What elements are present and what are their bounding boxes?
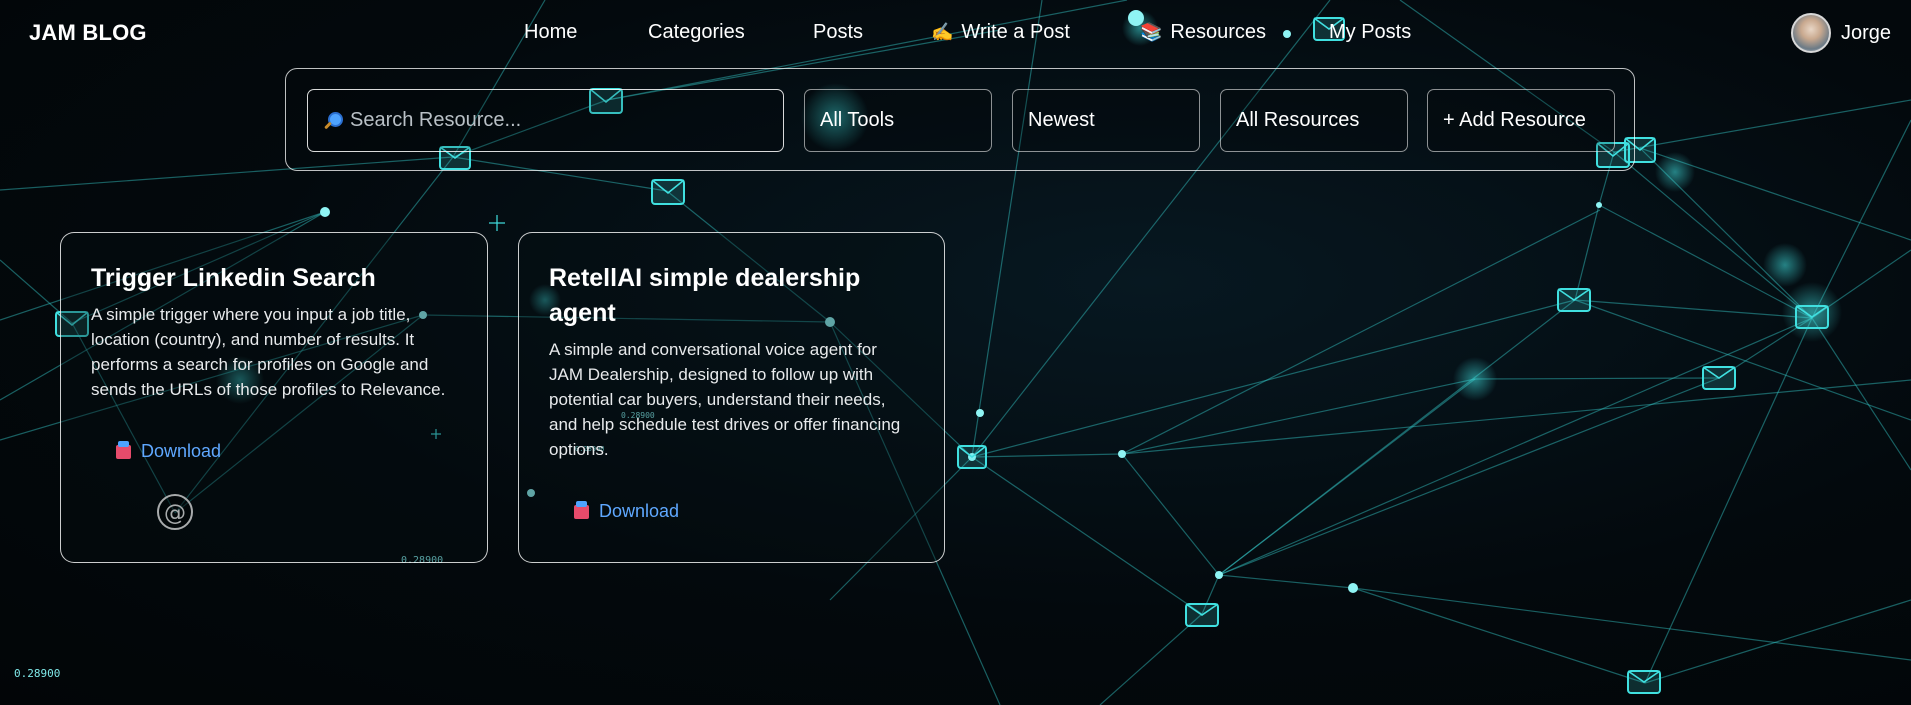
resource-filter-bar: All Tools Newest All Resources + Add Res…: [285, 68, 1635, 171]
tools-select[interactable]: All Tools: [804, 89, 992, 152]
nav-my-posts[interactable]: My Posts: [1329, 21, 1411, 44]
nav-home-label: Home: [524, 21, 578, 43]
nav-my-posts-label: My Posts: [1329, 21, 1412, 43]
resource-description: A simple and conversational voice agent …: [549, 340, 901, 459]
download-link[interactable]: Download: [116, 440, 222, 462]
brand-logo[interactable]: JAM BLOG: [29, 20, 147, 46]
top-navbar: JAM BLOG Home Categories Posts ✍️ Write a…: [0, 0, 1911, 68]
nav-home[interactable]: Home: [524, 21, 577, 44]
writing-hand-icon: ✍️: [931, 22, 954, 42]
search-box[interactable]: [307, 89, 784, 152]
sort-select[interactable]: Newest: [1012, 89, 1200, 152]
nav-resources[interactable]: 📚 Resources: [1140, 21, 1266, 44]
nav-posts-label: Posts: [813, 21, 864, 43]
inbox-tray-icon: [116, 440, 131, 459]
download-label: Download: [141, 441, 222, 461]
resource-title: RetellAI simple dealership agent: [549, 264, 861, 327]
add-resource-button[interactable]: + Add Resource: [1427, 89, 1615, 152]
search-input[interactable]: [350, 109, 770, 132]
nav-write-post[interactable]: ✍️ Write a Post: [931, 21, 1070, 44]
nav-categories-label: Categories: [648, 21, 745, 43]
user-name: Jorge: [1841, 21, 1892, 44]
download-link[interactable]: Download: [574, 500, 680, 522]
resource-title: Trigger Linkedin Search: [91, 264, 376, 292]
resource-card: Trigger Linkedin Search A simple trigger…: [60, 232, 488, 563]
resource-card: RetellAI simple dealership agent A simpl…: [518, 232, 945, 563]
search-icon: [324, 111, 343, 130]
books-icon: 📚: [1140, 22, 1163, 42]
nav-posts[interactable]: Posts: [813, 21, 863, 44]
resources-scope-select[interactable]: All Resources: [1220, 89, 1408, 152]
download-label: Download: [599, 501, 680, 521]
nav-resources-label: Resources: [1170, 21, 1267, 43]
nav-categories[interactable]: Categories: [648, 21, 745, 44]
nav-write-post-label: Write a Post: [961, 21, 1070, 43]
user-menu[interactable]: Jorge: [1791, 13, 1891, 53]
inbox-tray-icon: [574, 500, 589, 519]
resource-description: A simple trigger where you input a job t…: [91, 305, 446, 399]
bg-label: 0.28900: [14, 667, 60, 680]
avatar[interactable]: [1791, 13, 1831, 53]
